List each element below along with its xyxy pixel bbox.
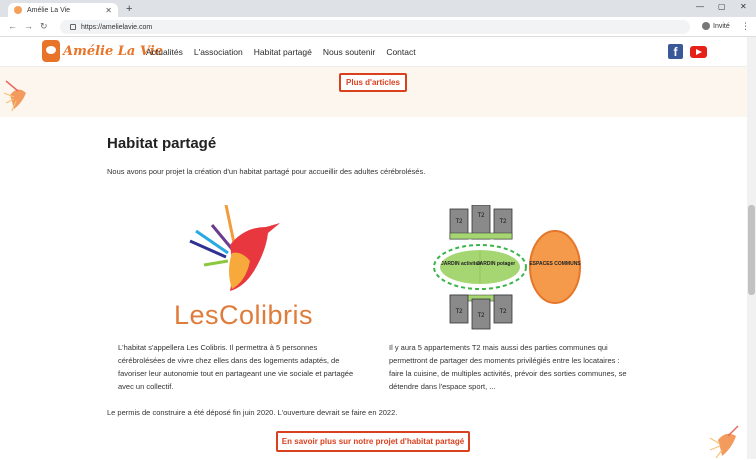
les-colibris-wordmark: LesColibris bbox=[174, 300, 314, 330]
jardin-activites-label: JARDIN activités bbox=[441, 261, 481, 267]
nav-item-actualites[interactable]: Actualités bbox=[146, 47, 183, 57]
t2-label: T2 bbox=[455, 219, 463, 225]
facebook-icon[interactable]: f bbox=[668, 44, 683, 59]
scrollbar-thumb[interactable] bbox=[748, 205, 755, 295]
browser-menu-icon[interactable]: ⋮ bbox=[741, 21, 750, 32]
nav-item-soutenir[interactable]: Nous soutenir bbox=[323, 47, 375, 57]
profile-label: Invité bbox=[713, 22, 730, 30]
logo-face-icon bbox=[42, 40, 60, 62]
page-title: Habitat partagé bbox=[107, 135, 217, 152]
maximize-icon[interactable]: ▢ bbox=[718, 2, 726, 11]
intro-text: Nous avons pour projet la création d'un … bbox=[107, 167, 426, 176]
articles-band: Plus d'articles bbox=[0, 67, 747, 117]
forward-icon[interactable]: → bbox=[24, 21, 33, 31]
avatar-icon bbox=[702, 22, 710, 30]
minimize-icon[interactable]: — bbox=[696, 2, 704, 11]
site-logo[interactable]: Amélie La Vie bbox=[42, 40, 163, 62]
more-articles-button[interactable]: Plus d'articles bbox=[339, 73, 407, 92]
main-nav: Actualités L'association Habitat partagé… bbox=[146, 47, 416, 57]
favicon-icon bbox=[14, 6, 22, 14]
jardin-potager-label: JARDIN potager bbox=[477, 261, 515, 267]
url-text: https://amelielavie.com bbox=[81, 23, 153, 31]
back-icon[interactable]: ← bbox=[8, 21, 17, 31]
habitat-plan-diagram: T2 T2 T2 JARDIN activités JARDIN potager… bbox=[433, 205, 581, 330]
t2-label: T2 bbox=[477, 313, 485, 319]
t2-label: T2 bbox=[477, 213, 485, 219]
close-window-icon[interactable]: ✕ bbox=[740, 2, 747, 11]
address-bar-row: ← → ↻ https://amelielavie.com Invité ⋮ bbox=[0, 17, 756, 37]
nav-item-association[interactable]: L'association bbox=[194, 47, 243, 57]
page-scrollbar[interactable] bbox=[747, 37, 756, 459]
hummingbird-corner-icon bbox=[709, 425, 739, 459]
t2-label: T2 bbox=[455, 309, 463, 315]
profile-button[interactable]: Invité bbox=[702, 22, 730, 30]
url-field[interactable]: https://amelielavie.com bbox=[60, 20, 690, 34]
reload-icon[interactable]: ↻ bbox=[40, 21, 48, 32]
learn-more-button[interactable]: En savoir plus sur notre projet d'habita… bbox=[276, 431, 470, 452]
t2-label: T2 bbox=[499, 309, 507, 315]
les-colibris-logo bbox=[189, 205, 280, 291]
nav-item-contact[interactable]: Contact bbox=[386, 47, 415, 57]
youtube-icon[interactable] bbox=[690, 46, 707, 58]
close-tab-icon[interactable]: ✕ bbox=[105, 6, 112, 15]
espaces-communs-label: ESPACES COMMUNS bbox=[529, 261, 581, 267]
lock-icon bbox=[70, 24, 76, 30]
tab-title: Amélie La Vie bbox=[27, 6, 71, 14]
hummingbird-icon bbox=[4, 80, 26, 112]
site-header: Amélie La Vie Actualités L'association H… bbox=[0, 37, 747, 67]
browser-tab[interactable]: Amélie La Vie ✕ bbox=[8, 3, 118, 17]
t2-label: T2 bbox=[499, 219, 507, 225]
nav-item-habitat[interactable]: Habitat partagé bbox=[254, 47, 312, 57]
new-tab-icon[interactable]: + bbox=[126, 3, 132, 15]
colibris-description: L'habitat s'appellera Les Colibris. Il p… bbox=[118, 343, 354, 391]
permis-text: Le permis de construire a été déposé fin… bbox=[107, 408, 398, 417]
habitat-description: Il y aura 5 appartements T2 mais aussi d… bbox=[389, 343, 627, 391]
